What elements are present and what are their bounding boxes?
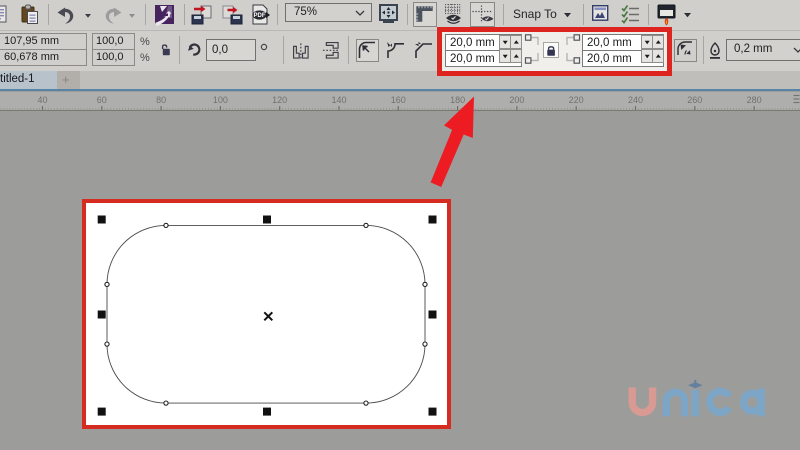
svg-text:240: 240: [628, 95, 643, 105]
svg-text:80: 80: [156, 95, 166, 105]
svg-text:260: 260: [687, 95, 702, 105]
svg-text:PDF: PDF: [254, 13, 266, 19]
svg-text:280: 280: [747, 95, 762, 105]
svg-text:100: 100: [213, 95, 228, 105]
svg-text:160: 160: [391, 95, 406, 105]
svg-text:40: 40: [37, 95, 47, 105]
svg-text:220: 220: [569, 95, 584, 105]
svg-text:120: 120: [272, 95, 287, 105]
svg-text:200: 200: [509, 95, 524, 105]
svg-text:60: 60: [97, 95, 107, 105]
svg-text:140: 140: [331, 95, 346, 105]
